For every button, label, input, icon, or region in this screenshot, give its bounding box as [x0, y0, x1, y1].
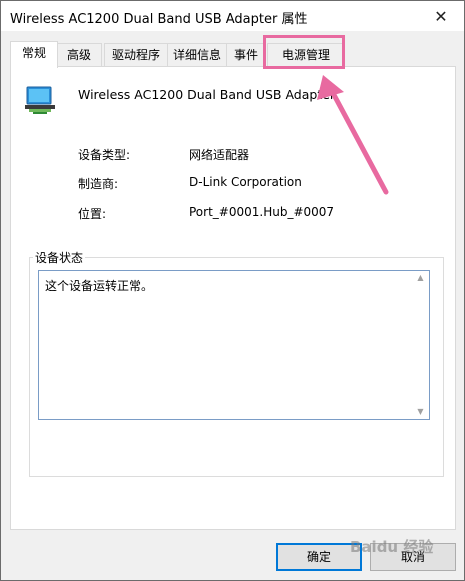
- device-status-label: 设备状态: [33, 249, 86, 266]
- location-label: 位置:: [78, 207, 107, 221]
- status-scrollbar[interactable]: ▲ ▼: [412, 271, 429, 419]
- device-type-label: 设备类型:: [78, 148, 131, 162]
- device-name: Wireless AC1200 Dual Band USB Adapter: [78, 87, 336, 102]
- tab-general[interactable]: 常规: [10, 41, 58, 68]
- device-status-text: 这个设备运转正常。: [45, 279, 154, 293]
- properties-dialog: Wireless AC1200 Dual Band USB Adapter 属性…: [0, 0, 465, 581]
- manufacturer-label: 制造商:: [78, 177, 119, 191]
- network-adapter-icon: [25, 86, 55, 114]
- device-type-value: 网络适配器: [189, 148, 250, 162]
- annotation-highlight-box: [263, 35, 345, 69]
- tab-driver[interactable]: 驱动程序: [104, 43, 168, 66]
- location-value: Port_#0001.Hub_#0007: [189, 205, 335, 219]
- tab-details[interactable]: 详细信息: [167, 43, 227, 66]
- manufacturer-value: D-Link Corporation: [189, 175, 302, 189]
- tab-strip: 常规 高级 驱动程序 详细信息 事件 电源管理: [10, 41, 455, 68]
- close-icon[interactable]: ✕: [418, 1, 464, 31]
- tab-events[interactable]: 事件: [226, 43, 266, 66]
- device-status-textbox[interactable]: 这个设备运转正常。 ▲ ▼: [38, 270, 430, 420]
- tab-advanced[interactable]: 高级: [56, 43, 102, 66]
- scroll-down-icon[interactable]: ▼: [412, 405, 429, 419]
- window-title: Wireless AC1200 Dual Band USB Adapter 属性: [10, 12, 308, 27]
- watermark: Baidu 经验: [350, 538, 434, 556]
- title-bar[interactable]: Wireless AC1200 Dual Band USB Adapter 属性…: [1, 1, 464, 31]
- scroll-up-icon[interactable]: ▲: [412, 271, 429, 285]
